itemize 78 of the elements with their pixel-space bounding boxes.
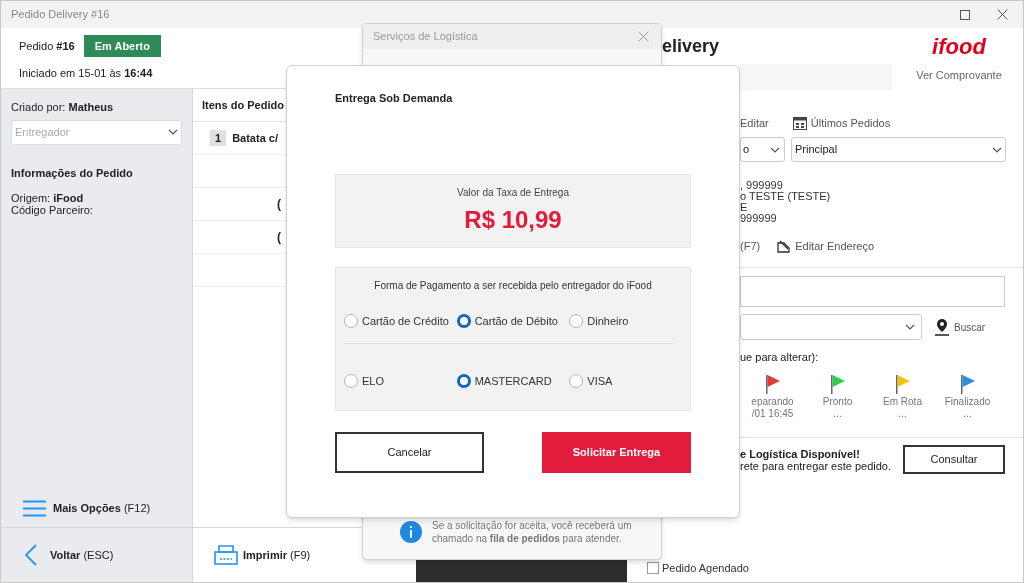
radio-label: Dinheiro [587,313,629,329]
item-name: Batata c/ [232,130,278,146]
dialog-title: Serviços de Logística [373,29,478,45]
panel-heading: elivery [662,35,721,57]
info-text: Se a solicitação for aceita, você receberá um chamado na fila de pedidos para atender. [432,519,633,545]
item-note: ( [277,196,281,213]
edit-link[interactable]: Editar [740,114,769,132]
status-label: Finalizado [944,396,991,408]
window-title: Pedido Delivery #16 [11,7,110,23]
status-time: /01 16:45 [751,408,794,420]
logistics-text: rete para entregar este pedido. [740,459,892,472]
chevron-down-icon [168,129,178,135]
receipt-link[interactable]: Ver Comprovante [916,67,1002,84]
search-select[interactable] [740,314,922,340]
map-pin-icon [934,318,950,336]
radio-label: Cartão de Débito [474,313,558,329]
radio-label: MASTERCARD [474,374,552,389]
item-note: ( [277,229,281,246]
submit-button[interactable]: Solicitar Entrega [542,431,691,473]
status-label: Pronto [822,396,853,408]
created-by: Criado por: Matheus [11,100,115,115]
more-options-button[interactable]: Mais Opções (F12) [23,500,182,517]
ifood-logo: ifood [932,35,986,59]
radio-label: VISA [587,374,613,389]
dialog-heading: Entrega Sob Demanda [335,91,454,106]
printer-icon [214,545,238,565]
status-time: ... [963,408,972,420]
status-label: eparando [751,396,794,408]
status-badge: Em Aberto [83,34,161,57]
radio-button[interactable] [569,313,584,328]
status-hint: ue para alterar): [740,351,820,364]
info-icon [400,521,422,543]
info-line: Origem: iFood [11,192,85,204]
chevron-left-icon [25,544,37,566]
radio-button[interactable] [456,374,471,389]
close-icon[interactable] [997,9,1008,20]
chevron-down-icon [905,324,915,330]
status-time: ... [833,408,842,420]
fee-value: R$ 10,99 [464,205,562,234]
menu-icon [23,500,46,517]
print-button[interactable]: Imprimir (F9) [214,545,311,565]
checkbox-label: Pedido Agendado [662,560,749,576]
edit-icon [777,239,791,253]
maximize-icon[interactable] [960,9,970,20]
radio-button[interactable] [344,313,358,328]
edit-address-link[interactable]: Editar Endereço [777,237,875,255]
radio-button[interactable] [344,374,358,389]
payment-title: Forma de Pagamento a ser recebida pelo entregador do iFood [374,278,652,293]
text-field[interactable] [740,276,1005,307]
radio-button[interactable] [456,313,471,328]
chevron-down-icon [770,146,780,153]
cancel-button[interactable]: Cancelar [335,431,484,473]
radio-label: Cartão de Crédito [362,313,449,329]
checkbox[interactable] [647,561,659,574]
calendar-icon [792,116,807,130]
consult-button[interactable]: Consultar [903,445,1005,474]
customer-info-line: o TESTE (TESTE) [740,191,832,202]
status-time: ... [898,408,907,420]
items-title: Itens do Pedido [202,97,284,113]
search-button[interactable]: Buscar [934,318,986,336]
section-title: Informações do Pedido [11,165,134,181]
back-button[interactable]: Voltar (ESC) [1,527,192,582]
chevron-down-icon [992,146,1002,153]
logistics-title: e Logística Disponível! [740,447,861,460]
info-line: Código Parceiro: [11,204,94,216]
radio-label: ELO [362,374,384,389]
last-orders-link[interactable]: Últimos Pedidos [792,114,891,132]
customer-info-line: , 999999 [740,180,784,191]
fee-label: Valor da Taxa de Entrega [457,185,569,200]
status-label: Em Rota [883,396,922,408]
address-select[interactable]: Principal [791,137,1006,162]
customer-info-line: 999999 [740,213,778,224]
shortcut-label: (F7) [740,238,761,254]
start-time: Iniciado em 15-01 às 16:44 [19,66,154,81]
customer-info-line: E [740,202,749,213]
radio-button[interactable] [569,374,584,389]
quantity-badge: 1 [210,129,227,147]
order-number: Pedido #16 [19,38,75,54]
